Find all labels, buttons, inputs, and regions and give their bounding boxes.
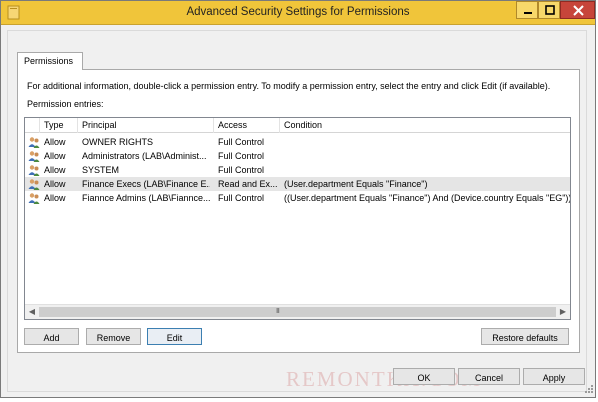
apply-button[interactable]: Apply — [523, 368, 585, 385]
column-header-icon[interactable] — [25, 118, 40, 133]
row-principal: Administrators (LAB\Administ... — [82, 151, 207, 161]
list-header: Type Principal Access Condition — [25, 118, 570, 133]
users-icon — [28, 193, 40, 204]
row-access: Full Control — [218, 165, 265, 175]
scroll-right-arrow-icon[interactable]: ▶ — [558, 307, 568, 317]
list-row[interactable]: Allow Administrators (LAB\Administ... Fu… — [25, 149, 570, 163]
permission-entries-label: Permission entries: — [27, 99, 104, 109]
users-icon — [28, 165, 40, 176]
row-condition: ((User.department Equals "Finance") And … — [284, 193, 570, 203]
scroll-left-arrow-icon[interactable]: ◀ — [27, 307, 37, 317]
restore-defaults-button[interactable]: Restore defaults — [481, 328, 569, 345]
tab-permissions[interactable]: Permissions — [17, 52, 83, 70]
row-access: Read and Ex... — [218, 179, 278, 189]
users-icon — [28, 151, 40, 162]
add-button[interactable]: Add — [24, 328, 79, 345]
list-row-selected[interactable]: Allow Finance Execs (LAB\Finance E... Re… — [25, 177, 570, 191]
minimize-button[interactable] — [516, 1, 538, 19]
maximize-icon — [545, 5, 555, 15]
row-type: Allow — [44, 179, 66, 189]
row-type: Allow — [44, 193, 66, 203]
ok-button[interactable]: OK — [393, 368, 455, 385]
scrollbar-thumb[interactable]: III — [39, 307, 556, 317]
column-header-condition[interactable]: Condition — [280, 118, 570, 133]
row-type: Allow — [44, 151, 66, 161]
list-row[interactable]: Allow Fiannce Admins (LAB\Fiannce... Ful… — [25, 191, 570, 205]
close-icon — [573, 5, 584, 16]
column-header-access[interactable]: Access — [214, 118, 280, 133]
row-principal: SYSTEM — [82, 165, 120, 175]
row-principal: Fiannce Admins (LAB\Fiannce... — [82, 193, 210, 203]
resize-grip-icon[interactable] — [584, 384, 594, 394]
edit-button[interactable]: Edit — [147, 328, 202, 345]
scrollbar-grip: III — [276, 308, 280, 315]
users-icon — [28, 179, 40, 190]
close-button[interactable] — [560, 1, 595, 19]
cancel-button[interactable]: Cancel — [458, 368, 520, 385]
row-type: Allow — [44, 137, 66, 147]
title-bar[interactable]: Advanced Security Settings for Permissio… — [1, 1, 595, 25]
row-access: Full Control — [218, 193, 265, 203]
row-principal: Finance Execs (LAB\Finance E... — [82, 179, 210, 189]
row-access: Full Control — [218, 137, 265, 147]
remove-button[interactable]: Remove — [86, 328, 141, 345]
row-type: Allow — [44, 165, 66, 175]
horizontal-scrollbar[interactable]: ◀ III ▶ — [25, 304, 570, 319]
list-row[interactable]: Allow SYSTEM Full Control — [25, 163, 570, 177]
column-header-type[interactable]: Type — [40, 118, 78, 133]
column-header-principal[interactable]: Principal — [78, 118, 214, 133]
row-access: Full Control — [218, 151, 265, 161]
minimize-icon — [524, 12, 532, 14]
row-condition: (User.department Equals "Finance") — [284, 179, 428, 189]
maximize-button[interactable] — [538, 1, 560, 19]
info-text: For additional information, double-click… — [27, 81, 551, 91]
row-principal: OWNER RIGHTS — [82, 137, 153, 147]
permission-entries-list[interactable]: Type Principal Access Condition Allow OW… — [24, 117, 571, 320]
users-icon — [28, 137, 40, 148]
window-title: Advanced Security Settings for Permissio… — [186, 6, 410, 18]
list-row[interactable]: Allow OWNER RIGHTS Full Control — [25, 135, 570, 149]
